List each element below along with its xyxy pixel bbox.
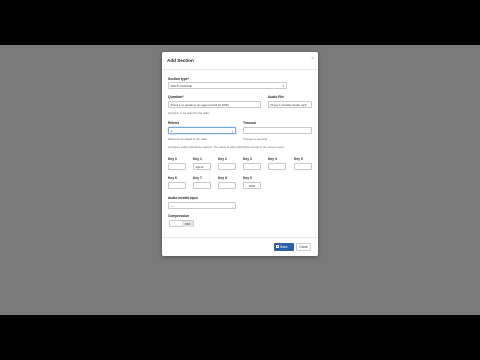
key-2-input[interactable] [218, 163, 236, 170]
key-8-label: Key 8 [218, 176, 227, 180]
key-3-input[interactable] [243, 163, 261, 170]
key-4-label: Key 4 [268, 157, 277, 161]
modal-title: Add Section [167, 58, 194, 63]
key-1-label: Key 1 [193, 157, 202, 161]
key-6-label: Key 6 [168, 176, 177, 180]
question-help: Question to be asked to the caller [168, 111, 210, 115]
question-input[interactable]: Press 1 to speak to an agent and 8 for D… [168, 101, 261, 108]
save-button-label: Save [280, 245, 288, 249]
key-8-input[interactable] [218, 182, 236, 189]
save-icon [276, 245, 279, 249]
chevron-down-icon: ⌄ [231, 204, 234, 209]
section-type-value: MULTI CHOICE [170, 84, 192, 88]
select-arrow-icon: ⇕ [281, 84, 285, 88]
keys-help: Configure valid multi-choice options. Th… [168, 145, 284, 149]
audio-file-select[interactable]: Press 1 transfer Audio.mp3 [268, 101, 312, 108]
key-1-input[interactable]: Agent [193, 163, 211, 170]
save-button[interactable]: Save [274, 243, 294, 251]
compression-label: Compression [168, 214, 190, 218]
retries-label: Retries [168, 121, 180, 125]
timeout-help: Timeout in seconds [243, 137, 268, 141]
compression-toggle-state: OFF [182, 221, 193, 227]
key-5-label: Key 5 [294, 157, 303, 161]
timeout-input[interactable] [243, 127, 312, 134]
spinner-icon[interactable]: ⇕ [231, 129, 233, 134]
key-4-input[interactable] [268, 163, 286, 170]
invalid-input-select[interactable]: --- ⌄ [168, 202, 236, 209]
key-2-label: Key 2 [218, 157, 227, 161]
key-5-input[interactable] [294, 163, 312, 170]
key-7-label: Key 7 [193, 176, 202, 180]
audio-file-label: Audio File [268, 95, 284, 99]
key-3-label: Key 3 [243, 157, 252, 161]
close-button[interactable]: Close [296, 243, 311, 251]
invalid-input-label: Audio invalid input [168, 196, 198, 200]
close-icon[interactable]: × [311, 57, 314, 62]
section-type-select[interactable]: MULTI CHOICE ⇕ [168, 82, 287, 89]
letterbox-top [0, 0, 480, 45]
compression-toggle[interactable]: OFF [169, 220, 194, 227]
modal-footer [162, 237, 318, 256]
timeout-label: Timeout [243, 121, 256, 125]
letterbox-bottom [0, 315, 480, 360]
key-0-input[interactable] [168, 163, 186, 170]
retries-input[interactable]: 1 ⇕ [168, 127, 236, 134]
key-0-label: Key 0 [168, 157, 177, 161]
key-9-label: Key 9 [243, 176, 252, 180]
retries-value: 1 [170, 129, 173, 133]
modal-header: Add Section × [162, 52, 318, 70]
question-label: Question* [168, 95, 184, 99]
invalid-input-value: --- [170, 204, 174, 208]
retries-help: Retries to be asked to the caller [168, 137, 208, 141]
key-7-input[interactable] [193, 182, 211, 189]
key-9-input[interactable]: DND [243, 182, 261, 189]
key-6-input[interactable] [168, 182, 186, 189]
section-type-label: Section type* [168, 77, 189, 81]
